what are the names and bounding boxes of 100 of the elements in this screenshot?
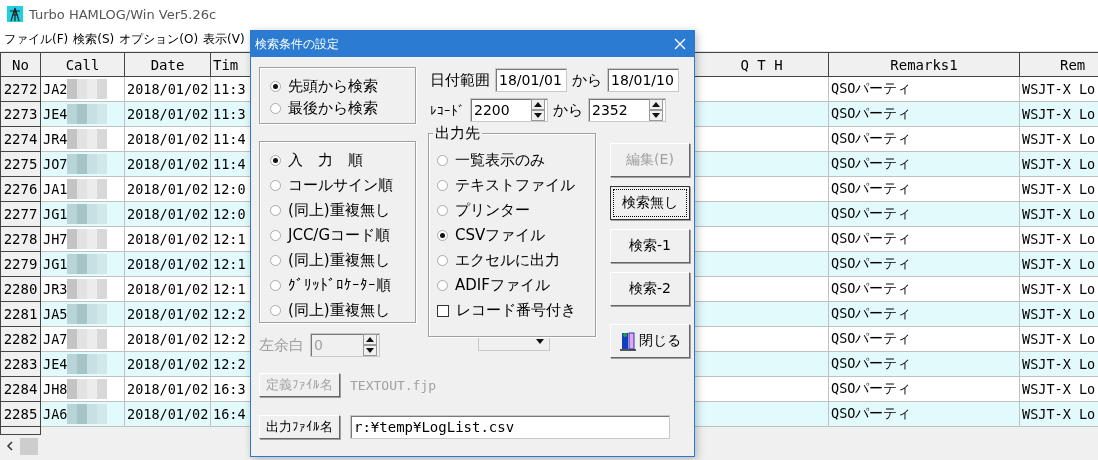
row-number[interactable]: 2277 (0, 202, 41, 227)
table-cell: JE4 (43, 106, 68, 122)
blur-mosaic (67, 152, 108, 176)
antenna-icon (7, 6, 23, 22)
table-cell: JG1 (43, 206, 68, 222)
row-number[interactable]: 2279 (0, 252, 41, 277)
table-cell: QSOパーティ (829, 327, 1020, 352)
output-path-field[interactable]: r:¥temp¥LogList.csv (350, 415, 670, 439)
field-label: 左余白 (259, 335, 304, 355)
spinner-icon[interactable] (363, 334, 377, 356)
table-cell: QSOパーティ (829, 152, 1020, 177)
table-cell: WSJT-X Lo (1020, 377, 1098, 402)
date-field[interactable]: 18/01/10 (607, 68, 679, 92)
row-number[interactable] (0, 427, 41, 435)
scroll-thumb[interactable] (20, 437, 38, 455)
table-cell: 2018/01/02 (125, 302, 211, 327)
close-button[interactable]: 閉じる (610, 324, 690, 358)
blur-mosaic (67, 252, 108, 276)
table-cell: JO7 (43, 156, 68, 172)
column-header[interactable]: Remarks1 (829, 52, 1020, 77)
row-number[interactable]: 2282 (0, 327, 41, 352)
table-cell: QSOパーティ (829, 302, 1020, 327)
table-cell: 2018/01/02 (125, 102, 211, 127)
table-cell: QSOパーティ (829, 102, 1020, 127)
table-cell: WSJT-X Lo (1020, 202, 1098, 227)
table-cell: WSJT-X Lo (1020, 277, 1098, 302)
dialog-button[interactable]: 検索無し (610, 186, 690, 220)
table-cell: WSJT-X Lo (1020, 127, 1098, 152)
menu-item[interactable]: 検索(S) (73, 31, 115, 48)
door-icon (619, 331, 636, 351)
column-header[interactable]: Q T H (695, 52, 829, 77)
row-number[interactable]: 2275 (0, 152, 41, 177)
column-header[interactable]: Date (125, 52, 211, 77)
table-cell: QSOパーティ (829, 402, 1020, 427)
table-cell: JE4 (43, 356, 68, 372)
column-header[interactable]: Call (41, 52, 125, 77)
table-cell: 2018/01/02 (125, 152, 211, 177)
row-number[interactable]: 2276 (0, 177, 41, 202)
table-cell: JA7 (43, 331, 68, 347)
number-field[interactable]: 2352 (588, 98, 666, 122)
table-cell: 2018/01/02 (125, 227, 211, 252)
number-field[interactable]: 2200 (470, 98, 548, 122)
table-cell: QSOパーティ (829, 277, 1020, 302)
row-number[interactable]: 2280 (0, 277, 41, 302)
blur-mosaic (67, 202, 108, 226)
field-label: ﾚｺｰﾄﾞ (430, 102, 465, 118)
table-cell: QSOパーティ (829, 202, 1020, 227)
row-number[interactable]: 2278 (0, 227, 41, 252)
table-cell: QSOパーティ (829, 77, 1020, 102)
table-cell: JG1 (43, 256, 68, 272)
table-cell: QSOパーティ (829, 352, 1020, 377)
table-cell: WSJT-X Lo (1020, 77, 1098, 102)
table-cell: 2018/01/02 (125, 352, 211, 377)
row-number[interactable]: 2285 (0, 402, 41, 427)
menu-item[interactable]: ファイル(F) (4, 31, 69, 48)
table-cell: 2018/01/02 (125, 77, 211, 102)
table-cell: 2018/01/02 (125, 252, 211, 277)
output-file-button[interactable]: 出力ﾌｧｲﾙ名 (259, 415, 340, 439)
file-name: TEXTOUT.fjp (350, 377, 437, 393)
table-cell: JA6 (43, 406, 68, 422)
table-cell: WSJT-X Lo (1020, 227, 1098, 252)
row-number[interactable]: 2284 (0, 377, 41, 402)
menu-item[interactable]: オプション(O) (119, 31, 199, 48)
table-cell: WSJT-X Lo (1020, 152, 1098, 177)
table-cell: WSJT-X Lo (1020, 402, 1098, 427)
dialog-button[interactable]: 検索-1 (610, 229, 690, 263)
spinner-icon[interactable] (649, 99, 663, 121)
table-cell: JR3 (43, 281, 68, 297)
table-cell: WSJT-X Lo (1020, 102, 1098, 127)
table-cell: 2018/01/02 (125, 402, 211, 427)
table-cell: QSOパーティ (829, 377, 1020, 402)
blur-mosaic (67, 352, 108, 376)
column-header[interactable]: Rem (1020, 52, 1098, 77)
spinner-icon[interactable] (531, 99, 545, 121)
table-cell: JH7 (43, 231, 68, 247)
table-cell: 2018/01/02 (125, 277, 211, 302)
row-number[interactable]: 2273 (0, 102, 41, 127)
row-number[interactable]: 2281 (0, 302, 41, 327)
column-header[interactable]: No (0, 52, 41, 77)
group-legend: 出力先 (433, 124, 482, 143)
table-cell: JA5 (43, 306, 68, 322)
menu-item[interactable]: 表示(V) (203, 31, 245, 48)
window-title: Turbo HAMLOG/Win Ver5.26c (29, 6, 217, 22)
table-cell: JA2 (43, 81, 68, 97)
table-cell: WSJT-X Lo (1020, 327, 1098, 352)
table-cell: WSJT-X Lo (1020, 177, 1098, 202)
radio-option[interactable]: 先頭から検索 (270, 75, 415, 97)
row-number[interactable]: 2283 (0, 352, 41, 377)
table-cell: QSOパーティ (829, 227, 1020, 252)
table-cell: QSOパーティ (829, 127, 1020, 152)
scroll-left-icon[interactable] (6, 441, 14, 451)
dialog-button[interactable]: 検索-2 (610, 272, 690, 306)
row-number[interactable]: 2274 (0, 127, 41, 152)
close-icon[interactable] (674, 38, 686, 50)
row-number[interactable]: 2272 (0, 77, 41, 102)
table-cell: WSJT-X Lo (1020, 302, 1098, 327)
date-field[interactable]: 18/01/01 (495, 68, 567, 92)
table-cell: 2018/01/02 (125, 202, 211, 227)
table-cell: WSJT-X Lo (1020, 252, 1098, 277)
table-cell: 2018/01/02 (125, 177, 211, 202)
